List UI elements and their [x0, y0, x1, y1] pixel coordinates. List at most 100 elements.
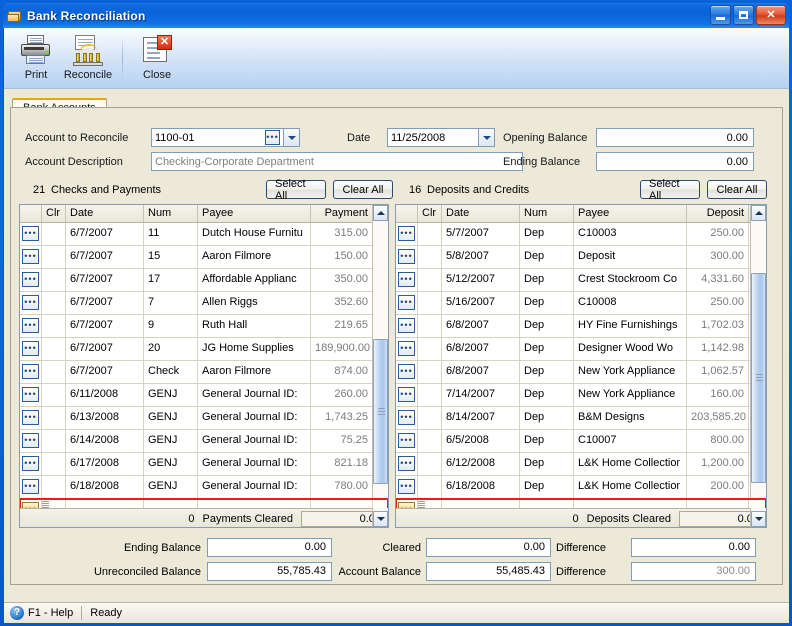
column-header-num[interactable]: Num [144, 205, 198, 222]
cell-cleared[interactable] [42, 361, 66, 383]
cell-num[interactable]: 7 [144, 292, 198, 314]
row-detail-cell[interactable]: ••• [396, 315, 418, 337]
help-label[interactable]: F1 - Help [28, 607, 73, 619]
cell-amount[interactable]: 260.00 [311, 384, 373, 406]
cell-payee[interactable]: Aaron Filmore [198, 246, 311, 268]
cell-amount[interactable]: 160.00 [687, 384, 749, 406]
column-header-select[interactable] [396, 205, 418, 222]
cell-num[interactable] [520, 499, 574, 508]
ending-balance-top-field[interactable]: 0.00 [596, 152, 754, 171]
cell-cleared[interactable] [418, 476, 442, 498]
right-clear-all-button[interactable]: Clear All [707, 180, 767, 199]
table-row[interactable]: ••• 6/7/2007 7 Allen Riggs 352.60 [20, 292, 388, 315]
cell-cleared[interactable] [42, 338, 66, 360]
right-scroll-track[interactable] [751, 221, 766, 511]
checks-and-payments-grid[interactable]: Clr Date Num Payee Payment ••• 6/7/2007 11 Dutc… [19, 204, 389, 528]
row-detail-cell[interactable]: ••• [396, 246, 418, 268]
table-row[interactable]: ••• 6/7/2007 20 JG Home Supplies 189,900.00 [20, 338, 388, 361]
cell-amount[interactable]: 250.00 [687, 223, 749, 245]
row-detail-ellipsis-icon[interactable]: ••• [398, 410, 415, 425]
cell-date[interactable]: 6/8/2007 [442, 361, 520, 383]
row-detail-ellipsis-icon[interactable]: ••• [22, 387, 39, 402]
row-detail-cell[interactable]: ••• [396, 292, 418, 314]
minimize-button[interactable] [710, 5, 731, 25]
column-header-payment[interactable]: Payment [311, 205, 373, 222]
cell-date[interactable] [66, 499, 144, 508]
cell-amount[interactable]: 219.65 [311, 315, 373, 337]
row-detail-ellipsis-icon[interactable]: ••• [398, 364, 415, 379]
cell-amount[interactable]: 300.00 [687, 246, 749, 268]
row-detail-cell[interactable]: ••• [396, 453, 418, 475]
cell-amount[interactable]: 1,062.57 [687, 361, 749, 383]
cell-cleared[interactable] [42, 476, 66, 498]
cell-date[interactable]: 6/7/2007 [66, 315, 144, 337]
cell-cleared[interactable] [42, 315, 66, 337]
cell-payee[interactable]: General Journal ID: [198, 453, 311, 475]
cell-cleared[interactable] [418, 246, 442, 268]
cell-num[interactable]: Dep [520, 315, 574, 337]
cell-amount[interactable]: 75.25 [311, 430, 373, 452]
row-detail-ellipsis-icon[interactable]: ••• [22, 502, 39, 508]
cell-payee[interactable]: Affordable Applianc [198, 269, 311, 291]
cell-payee[interactable]: New York Appliance [574, 361, 687, 383]
cell-date[interactable]: 6/7/2007 [66, 246, 144, 268]
row-detail-cell[interactable]: ••• [396, 476, 418, 498]
table-row[interactable]: ••• 8/14/2007 Dep B&M Designs 203,585.20 [396, 407, 766, 430]
row-detail-ellipsis-icon[interactable]: ••• [398, 456, 415, 471]
row-detail-ellipsis-icon[interactable]: ••• [398, 387, 415, 402]
table-row[interactable]: ••• 6/12/2008 Dep L&K Home Collectior 1,200.… [396, 453, 766, 476]
cell-num[interactable]: 9 [144, 315, 198, 337]
cell-cleared[interactable] [49, 499, 66, 508]
cell-date[interactable]: 6/7/2007 [66, 223, 144, 245]
cell-num[interactable]: Dep [520, 453, 574, 475]
cell-amount[interactable]: 874.00 [311, 361, 373, 383]
cell-num[interactable]: Dep [520, 384, 574, 406]
column-header-clr[interactable]: Clr [42, 205, 66, 222]
cell-cleared[interactable] [418, 453, 442, 475]
cell-payee[interactable]: JG Home Supplies [198, 338, 311, 360]
row-detail-ellipsis-icon[interactable]: ••• [398, 226, 415, 241]
cell-num[interactable]: Dep [520, 246, 574, 268]
column-header-payee[interactable]: Payee [574, 205, 687, 222]
table-row[interactable]: ••• 6/7/2007 17 Affordable Applianc 350.00 [20, 269, 388, 292]
cell-num[interactable]: 15 [144, 246, 198, 268]
left-scroll-thumb[interactable] [373, 339, 388, 484]
table-row[interactable]: ••• 6/7/2007 Check Aaron Filmore 874.00 [20, 361, 388, 384]
cell-date[interactable]: 6/8/2007 [442, 315, 520, 337]
cell-date[interactable]: 6/5/2008 [442, 430, 520, 452]
row-detail-cell[interactable]: ••• [20, 269, 42, 291]
row-detail-ellipsis-icon[interactable]: ••• [22, 341, 39, 356]
table-row[interactable]: ••• 6/11/2008 GENJ General Journal ID: 260.0… [20, 384, 388, 407]
right-scroll-up-button[interactable] [751, 205, 766, 221]
row-detail-ellipsis-icon[interactable]: ••• [22, 226, 39, 241]
cell-amount[interactable]: 350.00 [311, 269, 373, 291]
cell-amount[interactable]: 1,743.25 [311, 407, 373, 429]
right-select-all-button[interactable]: Select All [640, 178, 700, 202]
row-detail-cell[interactable]: ••• [396, 338, 418, 360]
row-detail-cell[interactable]: ••• [20, 430, 42, 452]
cell-date[interactable] [442, 499, 520, 508]
cell-num[interactable]: Dep [520, 292, 574, 314]
row-detail-cell[interactable]: ••• [20, 338, 42, 360]
left-scroll-track[interactable] [373, 221, 388, 511]
row-detail-ellipsis-icon[interactable]: ••• [22, 456, 39, 471]
row-detail-ellipsis-icon[interactable]: ••• [22, 479, 39, 494]
table-row[interactable]: ••• 7/14/2007 Dep New York Appliance 160.00 [396, 384, 766, 407]
cell-amount[interactable]: 200.00 [687, 476, 749, 498]
column-header-clr[interactable]: Clr [418, 205, 442, 222]
cell-date[interactable]: 5/8/2007 [442, 246, 520, 268]
table-row[interactable]: ••• 6/14/2008 GENJ General Journal ID: 75.25 [20, 430, 388, 453]
table-row[interactable]: ••• 6/18/2008 GENJ General Journal ID: 780.0… [20, 476, 388, 499]
cell-amount[interactable]: 352.60 [311, 292, 373, 314]
row-detail-ellipsis-icon[interactable]: ••• [22, 295, 39, 310]
right-scroll-down-button[interactable] [751, 511, 766, 527]
cell-amount[interactable]: 800.00 [687, 430, 749, 452]
cell-cleared[interactable] [42, 292, 66, 314]
cell-num[interactable]: Dep [520, 361, 574, 383]
date-combo[interactable]: 11/25/2008 [387, 128, 495, 147]
cell-date[interactable]: 6/7/2007 [66, 269, 144, 291]
cell-num[interactable]: Dep [520, 407, 574, 429]
table-row[interactable]: ••• 5/8/2007 Dep Deposit 300.00 [396, 246, 766, 269]
cell-date[interactable]: 6/18/2008 [442, 476, 520, 498]
column-header-select[interactable] [20, 205, 42, 222]
